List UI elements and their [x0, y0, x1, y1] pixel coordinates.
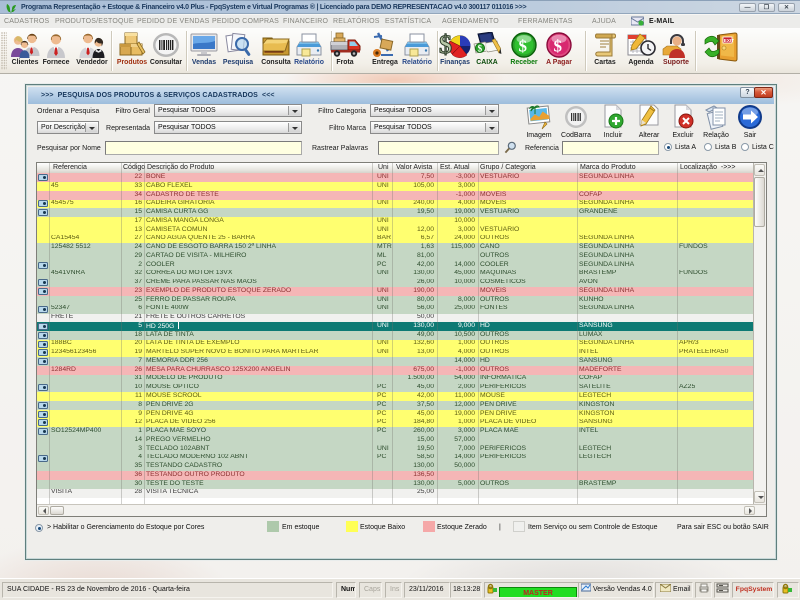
svg-text:EXIT: EXIT — [724, 38, 734, 43]
svg-text:$: $ — [519, 37, 528, 56]
svg-text:$: $ — [554, 37, 563, 56]
svg-text:$: $ — [439, 32, 452, 58]
svg-text:$: $ — [478, 44, 483, 54]
